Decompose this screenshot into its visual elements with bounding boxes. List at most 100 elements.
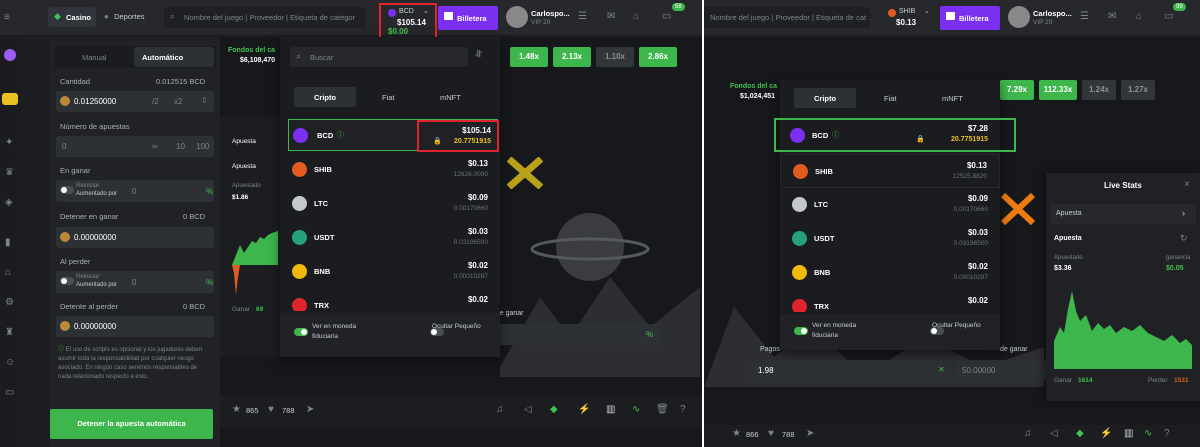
trend-icon[interactable]: ∿	[632, 404, 640, 415]
balance-selector[interactable]: SHIB ⌄ $0.13	[884, 6, 934, 30]
help-icon[interactable]: ?	[1164, 428, 1170, 439]
on-win-input[interactable]: Reiniciar Aumentado por 0 %	[56, 180, 214, 202]
avatar[interactable]	[506, 6, 528, 28]
list-icon[interactable]: ☰	[578, 11, 587, 22]
stop-auto-button[interactable]: Detener la apuesta automática	[50, 409, 213, 439]
bonus-icon[interactable]	[2, 93, 18, 105]
star-icon[interactable]: ★	[732, 428, 741, 439]
coin-row-ltc[interactable]: LTC $0.09 0.00170660	[280, 187, 500, 221]
win-chance-input[interactable]: %	[490, 324, 660, 345]
coin-row-bcd[interactable]: BCD ⓘ $7.28 20.7751915 🔒	[774, 118, 1016, 152]
gift-icon[interactable]: ⌂	[633, 11, 639, 22]
list-icon[interactable]: ☰	[1080, 11, 1089, 22]
tab-mnft[interactable]: mNFT	[942, 94, 963, 103]
search-input[interactable]: ⌕ Nombre del juego | Proveedor | Etiquet…	[164, 7, 366, 28]
tab-manual[interactable]: Manual	[82, 53, 107, 62]
search-input[interactable]: Nombre del juego | Proveedor | Etiqueta …	[704, 7, 870, 28]
crown-icon[interactable]: ♛	[5, 167, 14, 178]
coin-row-bnb[interactable]: BNB $0.02 0.00010287	[780, 256, 1000, 290]
ten-option[interactable]: 10	[176, 142, 185, 151]
lightning-icon[interactable]: ⚡	[1100, 428, 1112, 439]
ticket-icon[interactable]: ◈	[5, 197, 13, 208]
coin-row-usdt[interactable]: USDT $0.03 0.03196500	[280, 221, 500, 255]
hotkeys-icon[interactable]: ◆	[550, 404, 558, 415]
coin-row-bnb[interactable]: BNB $0.02 0.00010287	[280, 255, 500, 289]
tab-cripto[interactable]: Cripto	[794, 88, 856, 108]
trash-icon[interactable]: 🗑	[656, 404, 669, 415]
users-icon[interactable]: ☺	[5, 357, 15, 368]
tab-fiat[interactable]: Fiat	[884, 94, 897, 103]
balance-selector[interactable]: BCD ⌄ $105.14 $0.00	[379, 3, 437, 39]
coin-row-shib[interactable]: SHIB $0.13 12525.8820	[780, 154, 1000, 188]
menu-icon[interactable]: ≡	[4, 12, 10, 23]
currency-search-input[interactable]: ⌕ Buscar	[290, 47, 468, 67]
sort-icon[interactable]: ⥯	[475, 49, 482, 60]
sound-icon[interactable]: ◁	[524, 404, 532, 415]
shop-icon[interactable]: ⌂	[5, 267, 11, 278]
casino-tab[interactable]: ◆ Casino	[48, 7, 96, 27]
coin-row-shib[interactable]: SHIB $0.13 12626.0000	[280, 153, 500, 187]
trend-icon[interactable]: ∿	[1144, 428, 1152, 439]
on-loss-toggle[interactable]	[60, 276, 74, 285]
tab-auto[interactable]: Automático	[134, 47, 214, 67]
heart-icon[interactable]: ♥	[768, 428, 774, 439]
tab-fiat[interactable]: Fiat	[382, 93, 395, 102]
help-icon[interactable]: ?	[680, 404, 686, 415]
bnb-icon	[792, 265, 807, 280]
refresh-icon[interactable]: ↻	[1180, 233, 1188, 244]
on-win-toggle[interactable]	[60, 185, 74, 194]
double-button[interactable]: x2	[174, 97, 182, 106]
mail-icon[interactable]: ✉	[1108, 11, 1116, 22]
tab-mnft[interactable]: mNFT	[440, 93, 461, 102]
sound-icon[interactable]: ◁	[1050, 428, 1058, 439]
chart-icon[interactable]: ▮	[5, 237, 11, 248]
coin-row-bcd[interactable]: BCD ⓘ $105.14 20.7751915 🔒	[288, 119, 499, 152]
halve-button[interactable]: /2	[152, 97, 159, 106]
coin-row-trx[interactable]: TRX $0.02	[780, 290, 1000, 312]
fiat-toggle[interactable]	[294, 327, 308, 336]
heart-icon[interactable]: ♥	[268, 404, 274, 415]
rocket-icon[interactable]: ✦	[5, 137, 13, 148]
dollar-icon[interactable]: ▥	[606, 404, 615, 415]
mail-icon[interactable]: ✉	[607, 11, 615, 22]
lightning-icon[interactable]: ⚡	[578, 404, 590, 415]
gift-icon[interactable]: ⌂	[1136, 11, 1142, 22]
live-stats-filter[interactable]: Apuesta ›	[1050, 204, 1196, 224]
hundred-option[interactable]: 100	[196, 142, 209, 151]
share-icon[interactable]: ➤	[306, 404, 314, 415]
avatar[interactable]	[1008, 6, 1030, 28]
coin-name: SHIB	[314, 165, 332, 174]
stop-win-input[interactable]: 0.00000000	[56, 227, 214, 248]
amount-input[interactable]: 0.01250000 /2 x2 ⇳	[56, 91, 214, 112]
lock-icon: 🔒	[916, 136, 925, 143]
share-icon[interactable]: ➤	[806, 428, 814, 439]
chat-icon[interactable]: ▭	[662, 11, 671, 22]
wallet-button[interactable]: Billetera	[940, 6, 1000, 30]
on-loss-input[interactable]: Reiniciar Aumentado por 0 %	[56, 271, 214, 293]
coin-row-usdt[interactable]: USDT $0.03 0.03196500	[780, 222, 1000, 256]
num-bets-input[interactable]: 0 ∞ 10 100	[56, 136, 214, 157]
range-icon[interactable]: ⇳	[201, 96, 208, 105]
star-icon[interactable]: ★	[232, 404, 241, 415]
chat-icon[interactable]: ▭	[1164, 11, 1173, 22]
dollar-icon[interactable]: ▥	[1124, 428, 1133, 439]
infinite-option[interactable]: ∞	[152, 142, 158, 151]
hotkeys-icon[interactable]: ◆	[1076, 428, 1084, 439]
music-icon[interactable]: ♫	[1024, 428, 1032, 439]
bet-value-input[interactable]: 50.00000	[956, 360, 1046, 381]
trophy-icon[interactable]: ♜	[5, 327, 14, 338]
spin-icon[interactable]	[4, 49, 16, 61]
sports-tab[interactable]: ● Deportes	[104, 12, 145, 21]
payout-input[interactable]: 1.98 ✕	[750, 360, 950, 381]
stop-loss-input[interactable]: 0.00000000	[56, 316, 214, 337]
search-icon: ⌕	[296, 51, 302, 61]
coin-row-ltc[interactable]: LTC $0.09 0.00170660	[780, 188, 1000, 222]
wallet-button[interactable]: Billetera	[438, 6, 498, 30]
coin-row-trx[interactable]: TRX $0.02	[280, 289, 500, 311]
chat-bubble-icon[interactable]: ▭	[5, 387, 14, 398]
close-icon[interactable]: ×	[1184, 179, 1190, 190]
tab-cripto[interactable]: Cripto	[294, 87, 356, 107]
music-icon[interactable]: ♫	[496, 404, 504, 415]
fiat-toggle[interactable]	[794, 326, 808, 335]
gear-icon[interactable]: ⚙	[5, 297, 14, 308]
